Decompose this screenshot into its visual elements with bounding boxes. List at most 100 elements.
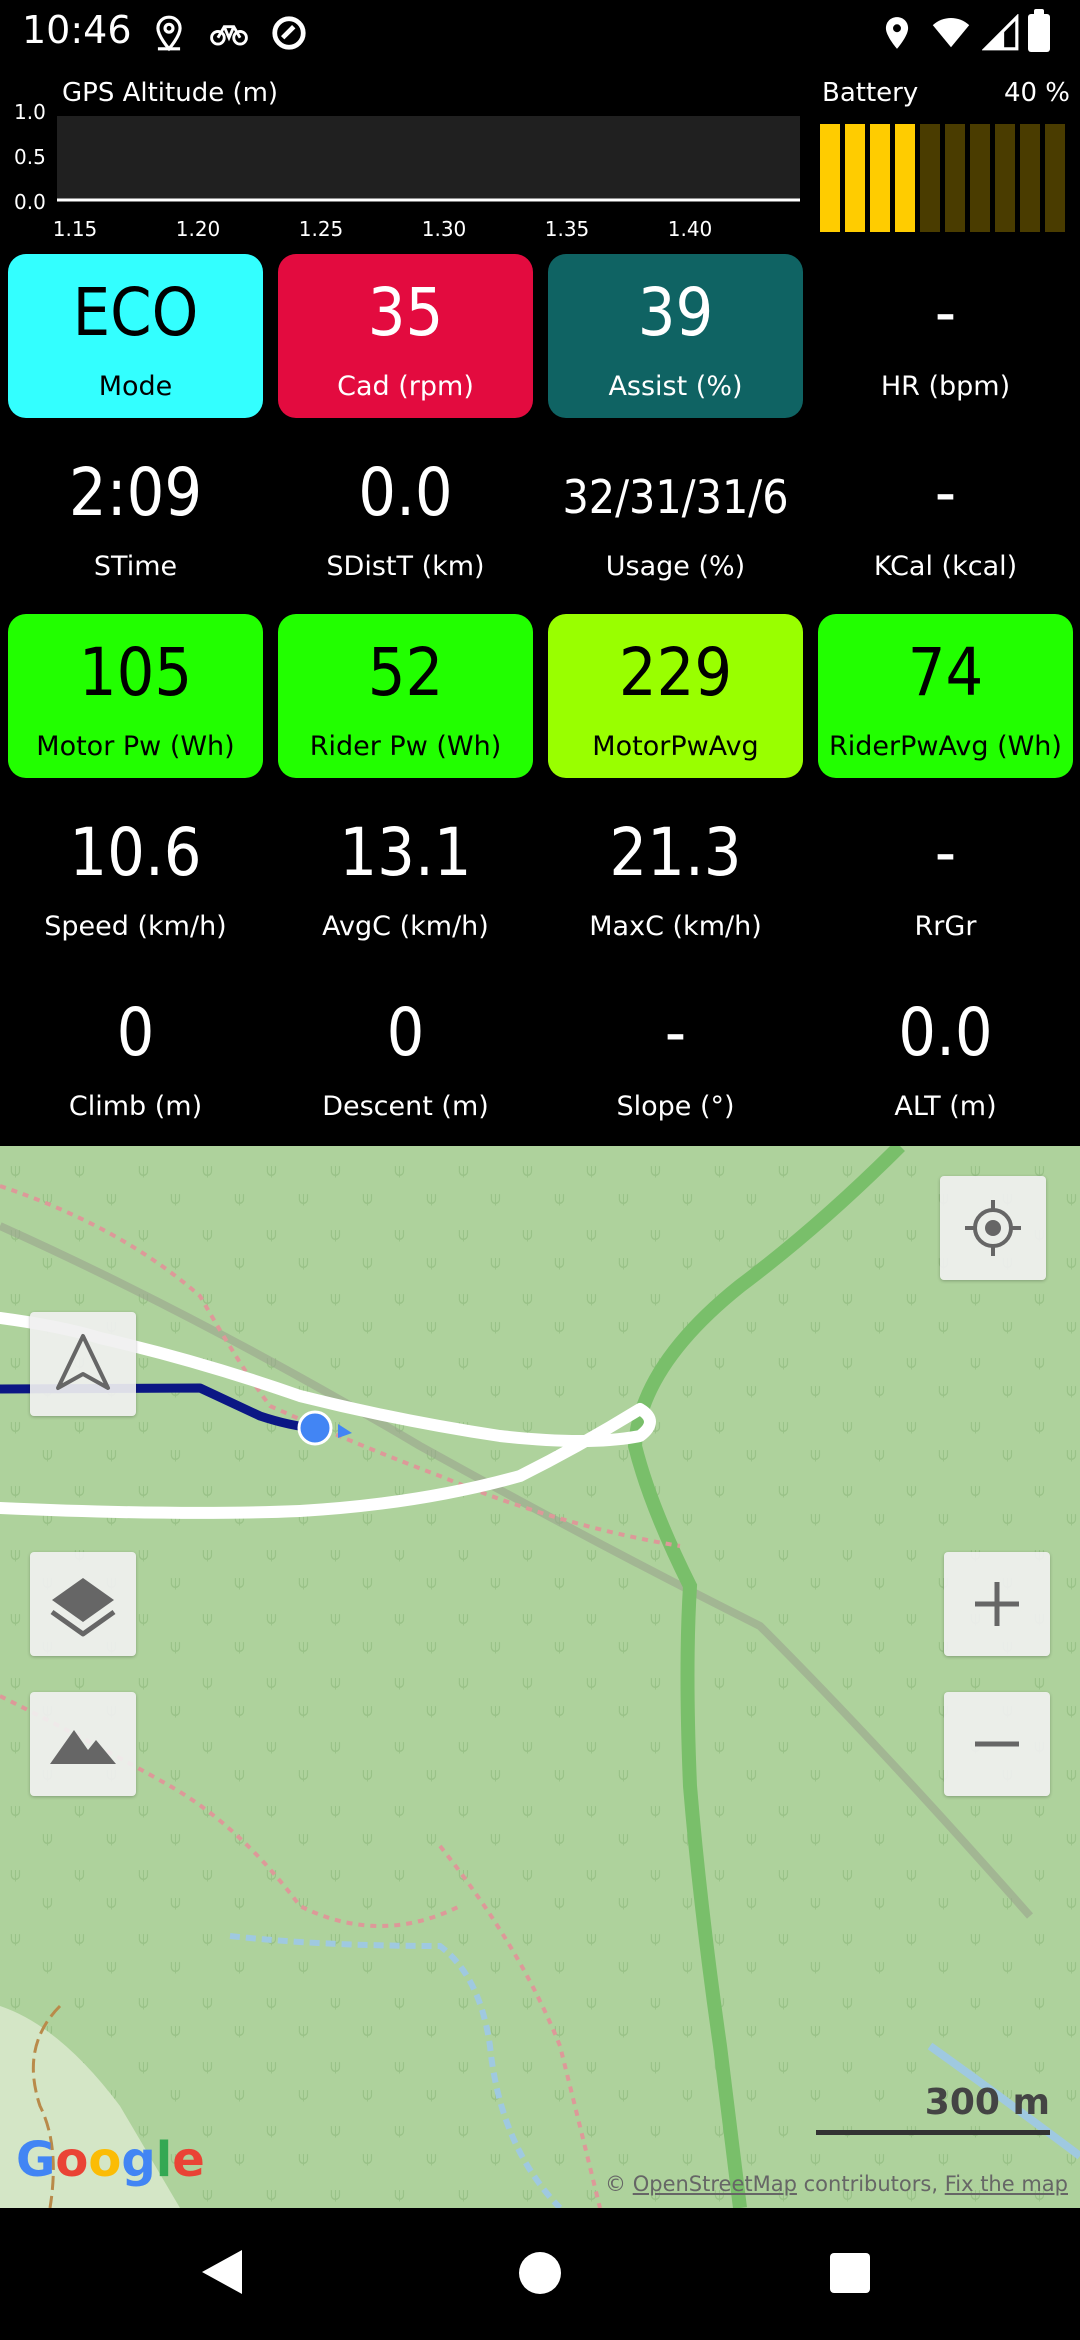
- altitude-chart-title: GPS Altitude (m): [62, 78, 279, 108]
- x-tick-label: 1.35: [545, 217, 590, 241]
- metric-tile[interactable]: 13.1 AvgC (km/h): [278, 794, 533, 958]
- metric-tile[interactable]: - Slope (°): [548, 974, 803, 1138]
- metric-value: 105: [78, 634, 193, 711]
- metric-label: Motor Pw (Wh): [36, 731, 235, 762]
- metric-value: 0: [116, 994, 155, 1071]
- zoom-in-button[interactable]: [944, 1552, 1050, 1656]
- navigate-button[interactable]: [30, 1312, 136, 1416]
- battery-segment: [945, 124, 965, 232]
- x-tick-label: 1.20: [176, 217, 221, 241]
- metric-value: -: [934, 274, 957, 351]
- metric-value: 2:09: [68, 454, 203, 531]
- map-background: ⍦ ⍦: [0, 1146, 1080, 2208]
- metric-tile[interactable]: 2:09 STime: [8, 434, 263, 598]
- metric-value: 0: [386, 994, 425, 1071]
- google-logo-text: Google: [16, 2132, 205, 2188]
- metric-tile[interactable]: - KCal (kcal): [818, 434, 1073, 598]
- metric-value: 21.3: [609, 814, 742, 891]
- status-bar: 10:46: [0, 0, 1080, 66]
- metric-label: Usage (%): [605, 551, 746, 582]
- plus-icon: [975, 1582, 1019, 1626]
- battery-title: Battery: [822, 78, 919, 108]
- metric-tile[interactable]: 0 Descent (m): [278, 974, 533, 1138]
- terrain-button[interactable]: [30, 1692, 136, 1796]
- map-view[interactable]: ⍦ ⍦: [0, 1146, 1080, 2208]
- metric-tile[interactable]: 52 Rider Pw (Wh): [278, 614, 533, 778]
- metric-value: 35: [367, 274, 444, 351]
- location-pin-icon: [885, 17, 909, 49]
- zoom-out-button[interactable]: [944, 1692, 1050, 1796]
- back-icon[interactable]: [202, 2250, 242, 2294]
- layers-button[interactable]: [30, 1552, 136, 1656]
- x-tick-label: 1.25: [299, 217, 344, 241]
- metric-value: 74: [907, 634, 984, 711]
- home-icon[interactable]: [519, 2252, 561, 2294]
- metric-value: -: [934, 454, 957, 531]
- my-location-button[interactable]: [940, 1176, 1046, 1280]
- my-location-icon: [965, 1200, 1021, 1256]
- metric-tile[interactable]: 0.0 SDistT (km): [278, 434, 533, 598]
- metric-label: Rider Pw (Wh): [309, 731, 502, 762]
- metric-value: 13.1: [339, 814, 472, 891]
- metric-value: -: [934, 814, 957, 891]
- altitude-chart: 1.0 0.5 0.0 1.15 1.20 1.25 1.30 1.35 1.40 GPS A…: [0, 66, 810, 246]
- metric-tile[interactable]: 229 MotorPwAvg: [548, 614, 803, 778]
- metric-value: 52: [367, 634, 444, 711]
- layers-icon: [50, 1578, 116, 1637]
- metric-value: 10.6: [69, 814, 202, 891]
- metric-tile[interactable]: ECO Mode: [8, 254, 263, 418]
- y-tick-label: 1.0: [14, 100, 46, 124]
- location-pin-icon: [156, 15, 182, 52]
- minus-icon: [975, 1741, 1019, 1747]
- metric-label: Climb (m): [68, 1091, 203, 1122]
- metric-label: Descent (m): [322, 1091, 489, 1122]
- openstreetmap-link[interactable]: OpenStreetMap: [633, 2172, 797, 2196]
- scale-label: 300 m: [924, 2082, 1050, 2123]
- metric-label: HR (bpm): [880, 371, 1011, 402]
- battery-panel: Battery 40 %: [810, 66, 1080, 246]
- battery-segment: [820, 124, 840, 232]
- current-position-marker: [297, 1410, 333, 1446]
- battery-segment: [970, 124, 990, 232]
- chart-plot-area: [57, 116, 800, 201]
- metric-tile[interactable]: 74 RiderPwAvg (Wh): [818, 614, 1073, 778]
- y-tick-label: 0.0: [14, 190, 46, 214]
- battery-segment: [1045, 124, 1065, 232]
- metric-tile[interactable]: 32/31/31/6 Usage (%): [548, 434, 803, 598]
- metric-tile[interactable]: 10.6 Speed (km/h): [8, 794, 263, 958]
- map-attribution: © OpenStreetMap contributors, Fix the ma…: [605, 2172, 1068, 2196]
- x-tick-label: 1.40: [668, 217, 713, 241]
- battery-segment: [895, 124, 915, 232]
- terrain-icon: [50, 1730, 116, 1764]
- metric-value: 0.0: [358, 454, 453, 531]
- metric-label: ALT (m): [894, 1091, 997, 1122]
- battery-segment: [870, 124, 890, 232]
- scale-bar: [816, 2130, 1050, 2135]
- metric-tile[interactable]: 0 Climb (m): [8, 974, 263, 1138]
- metric-label: STime: [93, 551, 178, 582]
- battery-segment: [920, 124, 940, 232]
- metric-tile[interactable]: - HR (bpm): [818, 254, 1073, 418]
- metric-label: AvgC (km/h): [322, 911, 489, 942]
- metric-value: 39: [637, 274, 714, 351]
- battery-segment: [1020, 124, 1040, 232]
- metric-value: 229: [618, 634, 733, 711]
- signal-icon: [982, 14, 1019, 51]
- metric-tile[interactable]: 35 Cad (rpm): [278, 254, 533, 418]
- metric-tile[interactable]: 21.3 MaxC (km/h): [548, 794, 803, 958]
- metric-label: Mode: [98, 371, 173, 402]
- metric-tile[interactable]: 0.0 ALT (m): [818, 974, 1073, 1138]
- battery-percent: 40 %: [1003, 78, 1070, 108]
- metric-tile[interactable]: 39 Assist (%): [548, 254, 803, 418]
- metric-tile[interactable]: - RrGr: [818, 794, 1073, 958]
- data-saver-icon: [272, 16, 306, 50]
- recents-icon[interactable]: [830, 2253, 870, 2293]
- metric-tile[interactable]: 105 Motor Pw (Wh): [8, 614, 263, 778]
- metric-label: RiderPwAvg (Wh): [829, 731, 1062, 762]
- bicycle-icon: [210, 25, 248, 46]
- battery-segment: [845, 124, 865, 232]
- attribution-text: contributors,: [803, 2172, 939, 2196]
- google-logo: Google: [16, 2132, 205, 2188]
- fix-the-map-link[interactable]: Fix the map: [945, 2172, 1068, 2196]
- battery-icon: [1028, 9, 1050, 52]
